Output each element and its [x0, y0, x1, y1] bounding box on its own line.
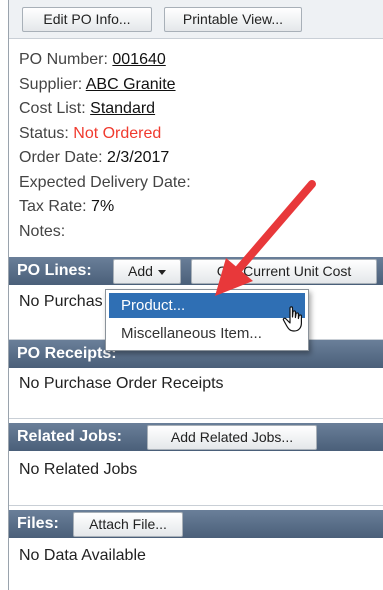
- files-header: Files: Attach File...: [9, 510, 383, 538]
- related-jobs-header: Related Jobs: Add Related Jobs...: [9, 423, 383, 451]
- supplier-link[interactable]: ABC Granite: [86, 76, 176, 93]
- top-toolbar: Edit PO Info... Printable View...: [9, 0, 383, 39]
- order-date-value: 2/3/2017: [107, 149, 170, 166]
- po-lines-header: PO Lines: Add Get Current Unit Cost: [9, 257, 383, 285]
- cost-list-label: Cost List:: [19, 100, 86, 117]
- po-number-label: PO Number:: [19, 51, 108, 68]
- tax-rate-label: Tax Rate:: [19, 198, 87, 215]
- related-jobs-title: Related Jobs:: [17, 428, 122, 445]
- add-dropdown-button[interactable]: Add: [113, 259, 181, 284]
- po-info: PO Number: 001640 Supplier: ABC Granite …: [19, 48, 191, 244]
- add-related-jobs-button[interactable]: Add Related Jobs...: [147, 425, 317, 450]
- files-empty-text: No Data Available: [19, 547, 146, 564]
- menu-item-product[interactable]: Product...: [109, 293, 305, 318]
- expected-delivery-label: Expected Delivery Date:: [19, 173, 191, 191]
- files-title: Files:: [17, 515, 59, 532]
- tax-rate-value: 7%: [91, 198, 115, 215]
- add-button-label: Add: [128, 263, 153, 279]
- edit-po-info-button[interactable]: Edit PO Info...: [22, 7, 152, 32]
- add-dropdown-menu: Product... Miscellaneous Item...: [105, 289, 309, 351]
- cost-list-link[interactable]: Standard: [90, 100, 155, 117]
- caret-down-icon: [157, 269, 166, 275]
- menu-item-miscellaneous[interactable]: Miscellaneous Item...: [109, 321, 305, 346]
- po-lines-title: PO Lines:: [17, 262, 92, 279]
- notes-label: Notes:: [19, 222, 66, 240]
- supplier-label: Supplier:: [19, 75, 83, 93]
- printable-view-button[interactable]: Printable View...: [164, 7, 302, 32]
- divider: [9, 505, 383, 506]
- po-lines-empty-text: No Purchas: [19, 293, 103, 310]
- related-jobs-empty-text: No Related Jobs: [19, 461, 138, 478]
- po-number-link[interactable]: 001640: [112, 51, 165, 68]
- po-receipts-title: PO Receipts:: [17, 345, 117, 362]
- divider: [9, 418, 383, 419]
- status-label: Status:: [19, 124, 69, 142]
- attach-file-button[interactable]: Attach File...: [73, 512, 183, 537]
- status-value: Not Ordered: [73, 124, 162, 142]
- order-date-label: Order Date:: [19, 149, 103, 166]
- get-current-unit-cost-button[interactable]: Get Current Unit Cost: [191, 259, 377, 284]
- po-receipts-empty-text: No Purchase Order Receipts: [19, 375, 224, 392]
